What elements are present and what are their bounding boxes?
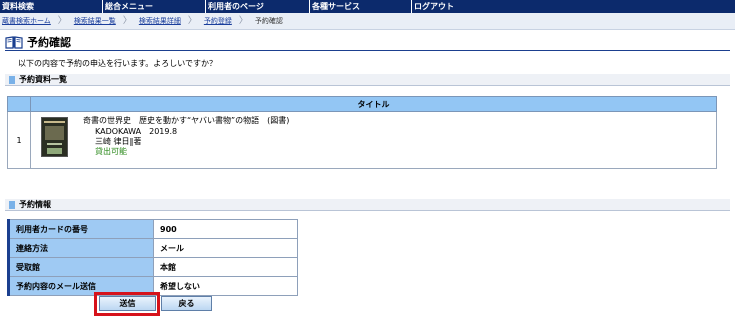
nav-item-general-menu[interactable]: 総合メニュー [103, 0, 206, 13]
info-value: メール [153, 238, 298, 258]
send-button[interactable]: 送信 [99, 296, 156, 311]
table-header-row: タイトル [7, 96, 717, 112]
info-row-card-number: 利用者カードの番号 900 [7, 219, 298, 239]
nav-item-services[interactable]: 各種サービス [310, 0, 412, 13]
title-divider [5, 50, 730, 51]
section-header-list: 予約資料一覧 [5, 74, 730, 86]
chevron-right-icon: 〉 [238, 15, 248, 26]
item-publisher-year: KADOKAWA 2019.8 [95, 127, 178, 136]
reserved-items-table: タイトル 1 奇書の世界史 歴史を動かす“ヤバい書物”の物語 (図書) KADO… [7, 96, 717, 169]
info-row-contact-method: 連絡方法 メール [7, 238, 298, 258]
confirm-message: 以下の内容で予約の申込を行います。よろしいですか？ [18, 59, 217, 68]
column-header-number [7, 96, 31, 112]
breadcrumb-reserve[interactable]: 予約登録 [204, 16, 232, 26]
chevron-right-icon: 〉 [187, 15, 197, 26]
column-header-title: タイトル [30, 96, 717, 112]
info-label: 利用者カードの番号 [7, 219, 154, 239]
row-number: 1 [7, 111, 31, 169]
breadcrumb-current: 予約確認 [254, 17, 283, 25]
item-availability-status: 貸出可能 [95, 147, 127, 156]
section-title-list: 予約資料一覧 [19, 75, 67, 84]
item-author: 三崎 律日‖著 [95, 137, 142, 146]
section-marker-icon [9, 75, 15, 84]
info-value: 本館 [153, 257, 298, 277]
top-nav: 資料検索 総合メニュー 利用者のページ 各種サービス ログアウト [0, 0, 735, 13]
section-marker-icon [9, 200, 15, 209]
breadcrumb-home[interactable]: 蔵書検索ホーム [2, 16, 51, 26]
reservation-info-table: 利用者カードの番号 900 連絡方法 メール 受取館 本館 予約内容のメール送信… [7, 219, 298, 296]
item-title: 奇書の世界史 歴史を動かす“ヤバい書物”の物語 (図書) [83, 116, 290, 125]
item-cell: 奇書の世界史 歴史を動かす“ヤバい書物”の物語 (図書) KADOKAWA 20… [30, 111, 717, 169]
breadcrumb-results[interactable]: 検索結果一覧 [74, 16, 116, 26]
book-cover-thumbnail[interactable] [41, 117, 68, 157]
info-label: 連絡方法 [7, 238, 154, 258]
table-row: 1 奇書の世界史 歴史を動かす“ヤバい書物”の物語 (図書) KADOKAWA … [7, 111, 717, 169]
nav-item-search[interactable]: 資料検索 [0, 0, 103, 13]
open-book-icon [5, 35, 23, 49]
nav-item-logout[interactable]: ログアウト [412, 0, 515, 13]
section-header-info: 予約情報 [5, 199, 730, 211]
info-value: 希望しない [153, 276, 298, 296]
back-button[interactable]: 戻る [161, 296, 212, 311]
breadcrumb: 蔵書検索ホーム 〉 検索結果一覧 〉 検索結果詳細 〉 予約登録 〉 予約確認 [0, 13, 735, 30]
chevron-right-icon: 〉 [122, 15, 132, 26]
info-label: 受取館 [7, 257, 154, 277]
info-row-pickup-library: 受取館 本館 [7, 257, 298, 277]
breadcrumb-detail[interactable]: 検索結果詳細 [139, 16, 181, 26]
info-value: 900 [153, 219, 298, 239]
chevron-right-icon: 〉 [57, 15, 67, 26]
nav-item-user-page[interactable]: 利用者のページ [206, 0, 310, 13]
page-title-area: 予約確認 [5, 34, 71, 50]
section-title-info: 予約情報 [19, 200, 51, 209]
page-title: 予約確認 [27, 36, 71, 49]
